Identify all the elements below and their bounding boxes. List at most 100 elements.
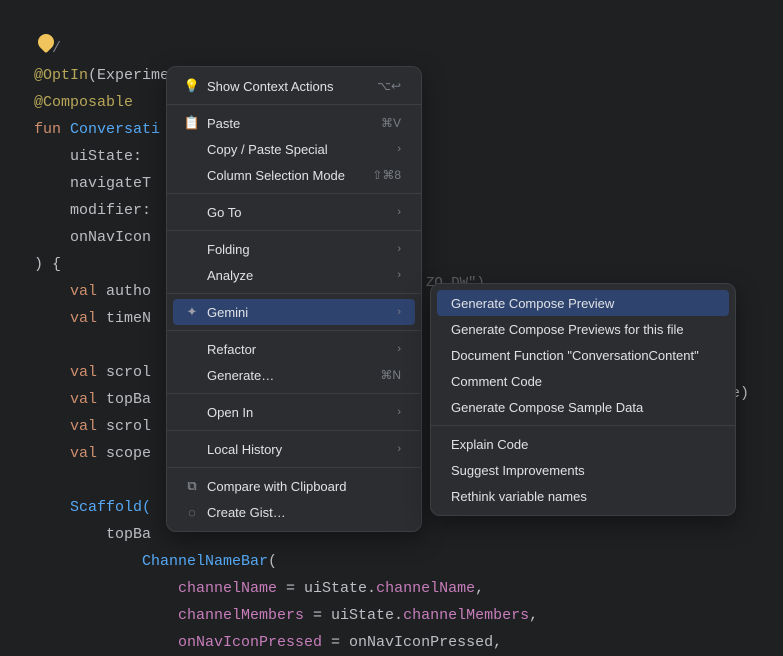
- chevron-right-icon: ›: [397, 243, 401, 255]
- code-text: (: [268, 553, 277, 570]
- clipboard-icon: 📋: [183, 115, 201, 131]
- code-text: channelName: [376, 580, 475, 597]
- submenu-item-generate-compose-sample-data[interactable]: Generate Compose Sample Data: [437, 394, 729, 420]
- code-text: navigateT: [34, 175, 151, 192]
- chevron-right-icon: ›: [397, 306, 401, 318]
- menu-shortcut: ⇧⌘8: [372, 168, 401, 182]
- submenu-item-label: Explain Code: [451, 437, 528, 452]
- menu-item-open-in[interactable]: Open In›: [173, 399, 415, 425]
- menu-item-generate[interactable]: Generate…⌘N: [173, 362, 415, 388]
- menu-separator: [167, 330, 421, 331]
- menu-separator: [167, 430, 421, 431]
- menu-item-compare-with-clipboard[interactable]: ⧉ Compare with Clipboard: [173, 473, 415, 499]
- code-text: timeN: [106, 310, 151, 327]
- menu-separator: [167, 193, 421, 194]
- menu-item-refactor[interactable]: Refactor ›: [173, 336, 415, 362]
- code-text: fun: [34, 121, 70, 138]
- menu-item-folding[interactable]: Folding ›: [173, 236, 415, 262]
- code-text: scrol: [106, 418, 151, 435]
- code-text: autho: [106, 283, 151, 300]
- code-text: scope: [106, 445, 151, 462]
- code-text: scrol: [106, 364, 151, 381]
- code-text: @Composable: [34, 94, 133, 111]
- menu-item-label: Go To: [207, 205, 389, 220]
- code-text: modifier:: [34, 202, 151, 219]
- menu-separator: [167, 393, 421, 394]
- code-text: Scaffold(: [34, 499, 151, 516]
- chevron-right-icon: ›: [397, 406, 401, 418]
- code-text: val: [34, 418, 106, 435]
- code-text: val: [34, 310, 106, 327]
- code-text: ChannelNameBar: [34, 553, 268, 570]
- code-text: onNavIconPressed: [34, 634, 322, 651]
- submenu-item-label: Suggest Improvements: [451, 463, 585, 478]
- submenu-item-rethink-variable-names[interactable]: Rethink variable names: [437, 483, 729, 509]
- menu-item-gemini[interactable]: ✦ Gemini ›: [173, 299, 415, 325]
- menu-item-label: Paste: [207, 116, 371, 131]
- code-text: val: [34, 364, 106, 381]
- submenu-item-label: Generate Compose Sample Data: [451, 400, 643, 415]
- github-icon: ◌: [183, 505, 201, 520]
- code-text: = uiState.: [304, 607, 403, 624]
- menu-item-create-gist[interactable]: ◌ Create Gist…: [173, 499, 415, 525]
- menu-item-go-to[interactable]: Go To ›: [173, 199, 415, 225]
- code-text: val: [34, 445, 106, 462]
- submenu-item-label: Generate Compose Previews for this file: [451, 322, 684, 337]
- code-text: ) {: [34, 256, 61, 273]
- code-text: @OptIn: [34, 67, 88, 84]
- submenu-item-generate-compose-preview[interactable]: Generate Compose Preview: [437, 290, 729, 316]
- code-text: val: [34, 391, 106, 408]
- menu-item-local-history[interactable]: Local History ›: [173, 436, 415, 462]
- chevron-right-icon: ›: [397, 443, 401, 455]
- menu-separator: [167, 104, 421, 105]
- code-text: = uiState.: [277, 580, 376, 597]
- compare-icon: ⧉: [183, 478, 201, 494]
- submenu-item-label: Comment Code: [451, 374, 542, 389]
- submenu-item-explain-code[interactable]: Explain Code: [437, 431, 729, 457]
- submenu-item-label: Rethink variable names: [451, 489, 587, 504]
- submenu-item-label: Document Function "ConversationContent": [451, 348, 699, 363]
- gemini-submenu: Generate Compose Preview Generate Compose…: [430, 283, 736, 516]
- chevron-right-icon: ›: [397, 143, 401, 155]
- menu-item-column-selection-mode[interactable]: Column Selection Mode ⇧⌘8: [173, 162, 415, 188]
- menu-separator: [167, 230, 421, 231]
- code-text: channelMembers: [403, 607, 529, 624]
- menu-item-label: Refactor: [207, 342, 389, 357]
- menu-item-show-context-actions[interactable]: 💡Show Context Actions⌥↩: [173, 73, 415, 99]
- code-text: channelMembers: [34, 607, 304, 624]
- menu-shortcut: ⌘V: [381, 116, 401, 130]
- menu-item-label: Column Selection Mode: [207, 168, 362, 183]
- bulb-icon: 💡: [183, 78, 201, 94]
- code-text: Conversati: [70, 121, 160, 138]
- chevron-right-icon: ›: [397, 343, 401, 355]
- gemini-icon: ✦: [183, 304, 201, 320]
- submenu-item-document-function-conversationcontent[interactable]: Document Function "ConversationContent": [437, 342, 729, 368]
- code-text: uiState:: [34, 148, 151, 165]
- chevron-right-icon: ›: [397, 269, 401, 281]
- menu-item-label: Analyze: [207, 268, 389, 283]
- code-text: topBa: [34, 526, 151, 543]
- menu-item-label: Copy / Paste Special: [207, 142, 389, 157]
- submenu-item-comment-code[interactable]: Comment Code: [437, 368, 729, 394]
- code-text: = onNavIconPressed,: [322, 634, 502, 651]
- code-text: val: [34, 283, 106, 300]
- chevron-right-icon: ›: [397, 206, 401, 218]
- menu-item-label: Gemini: [207, 305, 389, 320]
- code-text: onNavIcon: [34, 229, 151, 246]
- menu-item-label: Create Gist…: [207, 505, 401, 520]
- menu-item-label: Local History: [207, 442, 389, 457]
- menu-item-paste[interactable]: 📋 Paste ⌘V: [173, 110, 415, 136]
- code-text: ,: [475, 580, 484, 597]
- menu-item-label: Folding: [207, 242, 389, 257]
- menu-separator: [167, 293, 421, 294]
- menu-item-label: Generate…: [207, 368, 370, 383]
- submenu-item-label: Generate Compose Preview: [451, 296, 614, 311]
- submenu-item-suggest-improvements[interactable]: Suggest Improvements: [437, 457, 729, 483]
- menu-item-label: Show Context Actions: [207, 79, 367, 94]
- code-text: channelName: [34, 580, 277, 597]
- code-text: topBa: [106, 391, 151, 408]
- submenu-item-generate-compose-previews-for-this-file[interactable]: Generate Compose Previews for this file: [437, 316, 729, 342]
- menu-item-label: Compare with Clipboard: [207, 479, 401, 494]
- menu-item-copy-paste-special[interactable]: Copy / Paste Special ›: [173, 136, 415, 162]
- menu-item-analyze[interactable]: Analyze ›: [173, 262, 415, 288]
